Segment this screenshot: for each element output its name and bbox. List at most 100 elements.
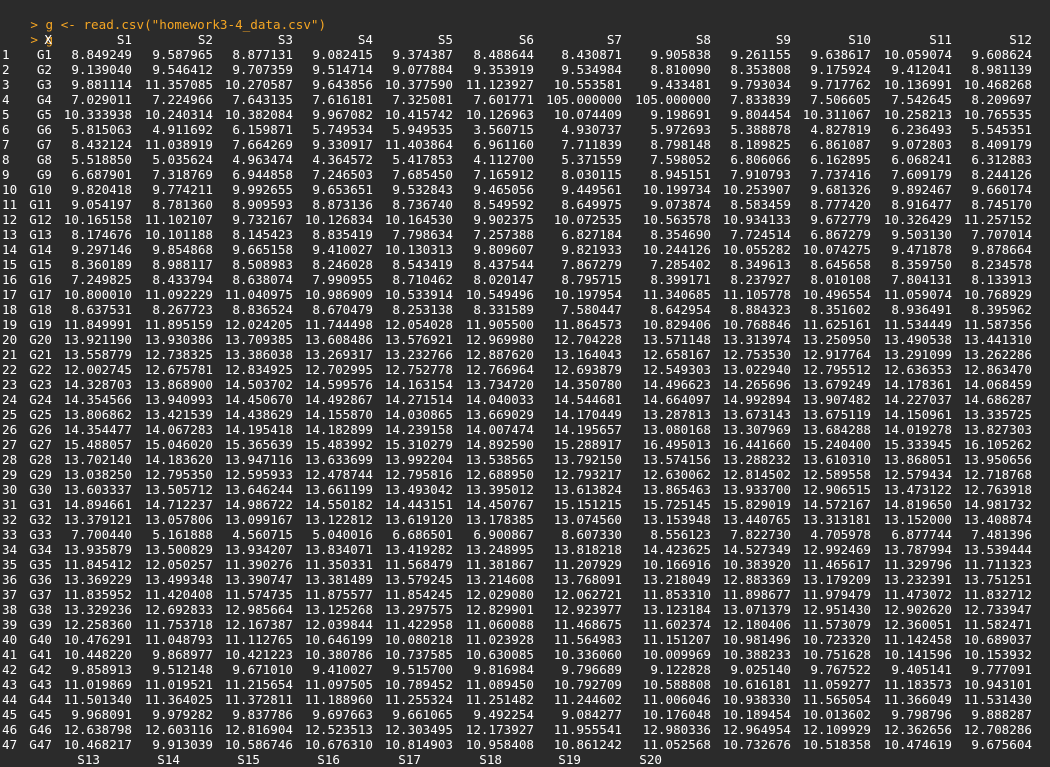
row-number: 46 — [2, 722, 18, 737]
table-cell: 8.437544 — [473, 257, 534, 272]
row-number: 41 — [2, 647, 18, 662]
table-cell: 12.589558 — [802, 467, 871, 482]
table-cell: 13.419282 — [384, 542, 453, 557]
table-cell: 9.503130 — [891, 227, 952, 242]
table-cell: 7.542645 — [891, 92, 952, 107]
table-cell: 10.130313 — [384, 242, 453, 257]
data-frame-output: X S1 S2 S3 S4 S5 S6 S7 S8 S9 S10 S11 S12 1 G1 8.849249 9… — [0, 32, 1050, 767]
table-row: 7 G7 8.432124 11.038919 7.664269 9.330917 11.4… — [0, 137, 1050, 152]
table-cell: 11.534449 — [883, 317, 952, 332]
table-cell: 10.476291 — [63, 632, 132, 647]
gene-id: G44 — [29, 692, 52, 707]
table-cell: 13.269317 — [304, 347, 373, 362]
table-cell: 13.335725 — [963, 407, 1032, 422]
table-cell: 5.545351 — [971, 122, 1032, 137]
table-cell: 15.725145 — [642, 497, 711, 512]
table-cell: 5.518850 — [71, 152, 132, 167]
table-cell: 9.902375 — [473, 212, 534, 227]
table-cell: 6.159871 — [232, 122, 293, 137]
table-cell: 13.574156 — [642, 452, 711, 467]
row-number: 27 — [2, 437, 18, 452]
row-number: 13 — [2, 227, 18, 242]
table-cell: 7.707014 — [971, 227, 1032, 242]
table-cell: 12.478744 — [304, 467, 373, 482]
table-cell: 6.867279 — [810, 227, 871, 242]
table-cell: 8.209697 — [971, 92, 1032, 107]
gene-id: G42 — [29, 662, 52, 677]
table-cell: 9.858913 — [71, 662, 132, 677]
table-cell: 10.768929 — [963, 287, 1032, 302]
table-cell: 13.675119 — [802, 407, 871, 422]
table-cell: 11.019869 — [63, 677, 132, 692]
table-cell: 9.821933 — [561, 242, 622, 257]
table-cell: 9.433481 — [650, 77, 711, 92]
table-cell: 11.905500 — [465, 317, 534, 332]
table-cell: 8.795715 — [561, 272, 622, 287]
table-cell: 10.336060 — [553, 647, 622, 662]
gene-id: G9 — [36, 167, 52, 182]
r-console[interactable]: > g <- read.csv("homework3-4_data.csv") … — [0, 0, 1050, 767]
row-number: 12 — [2, 212, 18, 227]
table-cell: 8.649975 — [561, 197, 622, 212]
row-number: 45 — [2, 707, 18, 722]
table-cell: 9.122828 — [650, 662, 711, 677]
table-row: 38 G38 13.329236 12.692833 12.985664 13.12526… — [0, 602, 1050, 617]
table-cell: 9.084277 — [561, 707, 622, 722]
table-cell: 13.313974 — [722, 332, 791, 347]
gene-id: G4 — [36, 92, 52, 107]
row-number: 19 — [2, 317, 18, 332]
table-cell: 12.062721 — [553, 587, 622, 602]
table-cell: 16.441660 — [722, 437, 791, 452]
table-cell: 10.981496 — [722, 632, 791, 647]
table-cell: 8.745170 — [971, 197, 1032, 212]
table-cell: 9.774211 — [152, 182, 213, 197]
table-cell: 7.165912 — [473, 167, 534, 182]
table-cell: 11.255324 — [384, 692, 453, 707]
table-cell: 6.068241 — [891, 152, 952, 167]
gene-id: G1 — [36, 47, 52, 62]
table-cell: 9.816984 — [473, 662, 534, 677]
table-cell: 12.763918 — [963, 482, 1032, 497]
table-cell: 13.099167 — [224, 512, 293, 527]
table-cell: 10.630085 — [465, 647, 534, 662]
table-cell: 13.381489 — [304, 572, 373, 587]
table-cell: 13.262286 — [963, 347, 1032, 362]
table-cell: 11.023928 — [465, 632, 534, 647]
table-cell: 8.360189 — [71, 257, 132, 272]
table-cell: 11.357085 — [144, 77, 213, 92]
row-number: 28 — [2, 452, 18, 467]
table-row: 24 G24 14.354566 13.940993 14.450670 14.49286… — [0, 392, 1050, 407]
table-cell: 9.330917 — [312, 137, 373, 152]
table-cell: 8.354690 — [650, 227, 711, 242]
table-cell: 12.360051 — [883, 617, 952, 632]
table-cell: 15.151215 — [553, 497, 622, 512]
table-cell: 10.176048 — [642, 707, 711, 722]
row-number: 26 — [2, 422, 18, 437]
table-cell: 8.781360 — [152, 197, 213, 212]
table-cell: 15.829019 — [722, 497, 791, 512]
table-cell: 9.796689 — [561, 662, 622, 677]
table-cell: 12.595933 — [224, 467, 293, 482]
table-cell: 10.533914 — [384, 287, 453, 302]
gene-id: G47 — [29, 737, 52, 752]
table-cell: 12.985664 — [224, 602, 293, 617]
gene-id: G46 — [29, 722, 52, 737]
table-cell: 12.951430 — [802, 602, 871, 617]
table-row: 33 G33 7.700440 5.161888 4.560715 5.040016 6.6… — [0, 527, 1050, 542]
table-cell: 9.798796 — [891, 707, 952, 722]
table-cell: 13.500829 — [144, 542, 213, 557]
table-cell: 14.182899 — [304, 422, 373, 437]
table-cell: 9.449561 — [561, 182, 622, 197]
gene-id: G25 — [29, 407, 52, 422]
table-cell: 14.527349 — [722, 542, 791, 557]
table-cell: 13.313181 — [802, 512, 871, 527]
table-cell: 10.126834 — [304, 212, 373, 227]
table-cell: 10.676310 — [304, 737, 373, 752]
table-cell: 9.892467 — [891, 182, 952, 197]
table-cell: 8.642954 — [650, 302, 711, 317]
gene-id: G21 — [29, 347, 52, 362]
table-row: 19 G19 11.849991 11.895159 12.024205 11.74449… — [0, 317, 1050, 332]
table-cell: 14.438629 — [224, 407, 293, 422]
table-cell: 8.877131 — [232, 47, 293, 62]
table-cell: 11.048793 — [144, 632, 213, 647]
